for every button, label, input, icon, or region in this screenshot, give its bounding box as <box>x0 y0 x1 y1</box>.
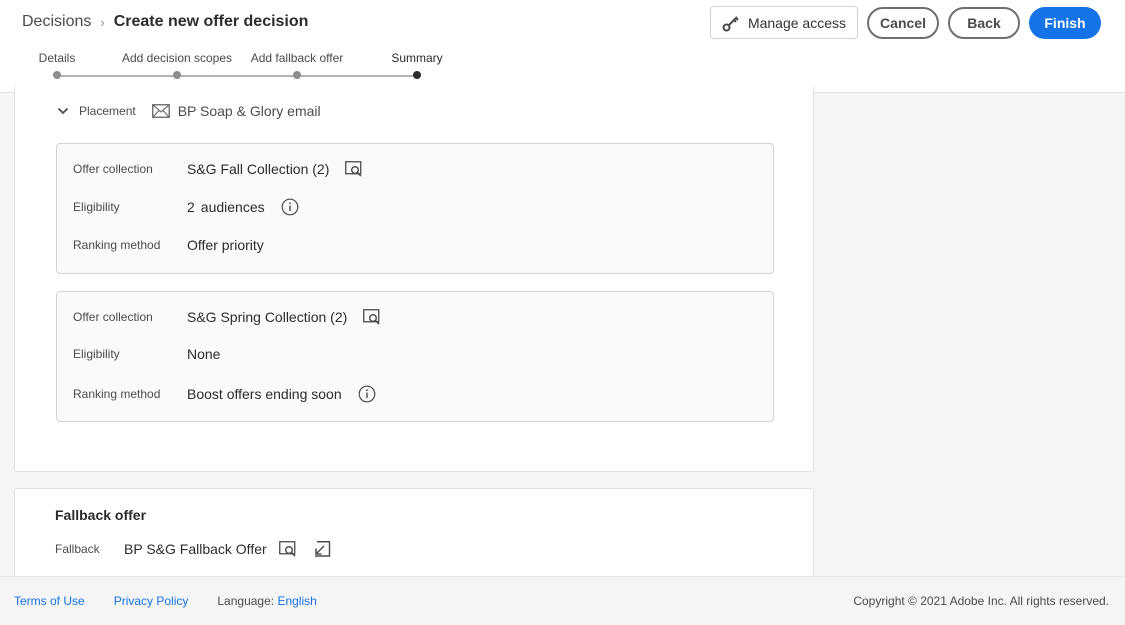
offer-collection-value: S&G Fall Collection (2) <box>187 161 330 177</box>
step-connector <box>57 75 177 77</box>
eligibility-value: audiences <box>200 199 265 215</box>
offer-collection-card: Offer collection S&G Spring Collection (… <box>56 291 774 422</box>
ranking-label: Ranking method <box>73 387 161 401</box>
ranking-value: Offer priority <box>187 237 264 253</box>
decision-scope-panel: Placement BP Soap & Glory email Offer co… <box>14 86 814 472</box>
offer-collection-label: Offer collection <box>73 310 153 324</box>
envelope-icon <box>151 104 170 118</box>
ranking-label: Ranking method <box>73 238 161 252</box>
language-label: Language: <box>217 594 275 608</box>
step-summary-label[interactable]: Summary <box>391 51 442 65</box>
fallback-offer-title: Fallback offer <box>55 507 147 523</box>
eligibility-value: None <box>187 346 221 362</box>
ranking-value: Boost offers ending soon <box>187 386 342 402</box>
offer-collection-row: Offer collection S&G Spring Collection (… <box>73 309 381 325</box>
offer-collection-label: Offer collection <box>73 162 153 176</box>
offer-collection-card: Offer collection S&G Fall Collection (2)… <box>56 143 774 274</box>
fallback-label: Fallback <box>55 542 100 556</box>
footer-links: Terms of Use Privacy Policy Language: En… <box>14 594 317 608</box>
placement-label: Placement <box>79 104 136 118</box>
progress-stepper: Details Add decision scopes Add fallback… <box>0 0 1125 93</box>
terms-of-use-link[interactable]: Terms of Use <box>14 594 85 608</box>
fallback-row: Fallback BP S&G Fallback Offer <box>55 541 331 557</box>
eligibility-label: Eligibility <box>73 347 120 361</box>
offer-collection-value: S&G Spring Collection (2) <box>187 309 348 325</box>
step-decision-scopes-dot[interactable] <box>173 71 181 79</box>
info-icon[interactable] <box>358 385 376 403</box>
ranking-row: Ranking method Offer priority <box>73 237 264 253</box>
step-details-label[interactable]: Details <box>39 51 76 65</box>
placement-value: BP Soap & Glory email <box>177 103 321 119</box>
page-header: Decisions › Create new offer decision Ma… <box>0 0 1125 93</box>
fallback-value: BP S&G Fallback Offer <box>124 541 267 557</box>
offer-collection-row: Offer collection S&G Fall Collection (2) <box>73 161 363 177</box>
language-value[interactable]: English <box>277 594 316 608</box>
preview-collection-icon[interactable] <box>363 309 381 325</box>
step-decision-scopes-label[interactable]: Add decision scopes <box>122 51 232 65</box>
preview-offer-icon[interactable] <box>278 541 297 557</box>
copyright-text: Copyright © 2021 Adobe Inc. All rights r… <box>853 594 1109 608</box>
step-fallback-offer-dot[interactable] <box>293 71 301 79</box>
info-icon[interactable] <box>281 198 299 216</box>
chevron-down-icon[interactable] <box>57 105 69 117</box>
page-footer: Terms of Use Privacy Policy Language: En… <box>0 576 1125 625</box>
eligibility-label: Eligibility <box>73 200 120 214</box>
eligibility-row: Eligibility None <box>73 346 220 362</box>
step-connector <box>177 75 297 77</box>
step-connector <box>297 75 417 77</box>
step-summary-dot[interactable] <box>413 71 421 79</box>
preview-collection-icon[interactable] <box>345 161 363 177</box>
language-selector[interactable]: Language: English <box>217 594 316 608</box>
step-fallback-offer-label[interactable]: Add fallback offer <box>251 51 344 65</box>
step-details-dot[interactable] <box>53 71 61 79</box>
eligibility-count: 2 <box>187 199 195 215</box>
placement-row[interactable]: Placement BP Soap & Glory email <box>57 103 321 119</box>
eligibility-row: Eligibility 2 audiences <box>73 198 299 216</box>
open-external-icon[interactable] <box>313 541 331 557</box>
fallback-offer-panel: Fallback offer Fallback BP S&G Fallback … <box>14 488 814 588</box>
ranking-row: Ranking method Boost offers ending soon <box>73 385 376 403</box>
privacy-policy-link[interactable]: Privacy Policy <box>114 594 189 608</box>
